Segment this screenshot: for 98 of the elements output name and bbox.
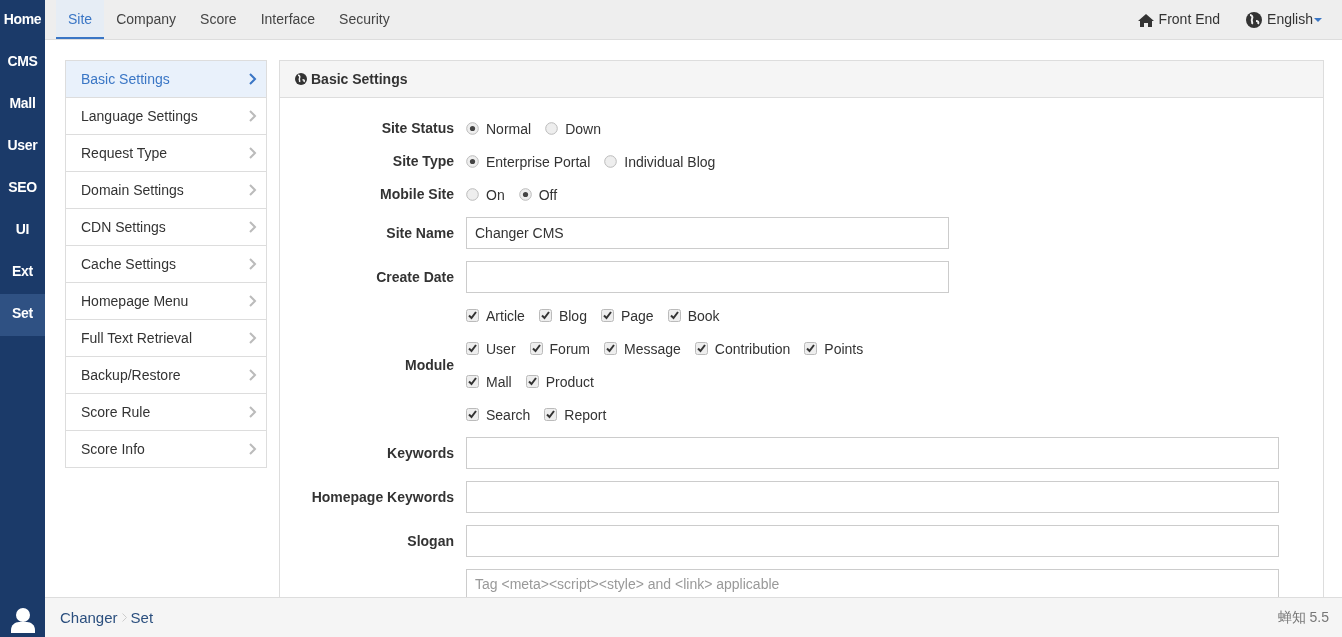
chevron-right-icon xyxy=(249,295,257,307)
option-label: On xyxy=(486,186,505,203)
option-label: Contribution xyxy=(714,340,791,357)
field-label: Mobile Site xyxy=(379,185,455,204)
chevron-right-icon xyxy=(249,110,257,122)
field-label: Site Status xyxy=(380,119,455,138)
radio-button[interactable] xyxy=(466,122,479,135)
side-menu-item[interactable]: Request Type xyxy=(65,134,267,172)
side-menu-item[interactable]: Basic Settings xyxy=(65,60,267,98)
checkbox[interactable] xyxy=(600,309,614,322)
option-label: Forum xyxy=(549,340,590,357)
rail-nav-item[interactable]: Set xyxy=(0,294,45,336)
side-menu-item[interactable]: Language Settings xyxy=(65,97,267,135)
caret-icon xyxy=(1314,17,1322,22)
radio-button[interactable] xyxy=(518,188,532,201)
breadcrumb-link[interactable]: Set xyxy=(130,609,154,626)
rail-nav-item[interactable]: User xyxy=(0,126,45,168)
option-label: Blog xyxy=(558,307,587,324)
checkbox[interactable] xyxy=(466,375,479,388)
field-label: Homepage Keywords xyxy=(310,488,455,507)
checkbox[interactable] xyxy=(804,342,818,355)
rail-nav-item[interactable]: CMS xyxy=(0,42,45,84)
side-menu-item[interactable]: Score Info xyxy=(65,430,267,468)
checkbox[interactable] xyxy=(466,342,479,355)
nav-tab[interactable]: Interface xyxy=(248,0,328,39)
text-field[interactable] xyxy=(466,525,1279,557)
field-label: Module xyxy=(404,356,455,375)
field-label: Site Name xyxy=(385,224,455,243)
checkbox[interactable] xyxy=(529,342,543,355)
option-label: Points xyxy=(824,340,864,357)
chevron-right-icon xyxy=(121,613,127,622)
rail-nav-item[interactable]: SEO xyxy=(0,168,45,210)
chevron-right-icon xyxy=(249,369,257,381)
field-label: Slogan xyxy=(406,532,455,551)
radio-button[interactable] xyxy=(545,122,559,135)
field-label: Keywords xyxy=(386,444,455,463)
field-label: Create Date xyxy=(375,268,455,287)
option-label: Report xyxy=(564,406,607,423)
text-field[interactable] xyxy=(466,261,949,293)
side-menu-item[interactable]: Cache Settings xyxy=(65,245,267,283)
nav-tab[interactable]: Score xyxy=(188,0,249,39)
checkbox[interactable] xyxy=(544,408,558,421)
nav-tab[interactable]: Company xyxy=(104,0,189,39)
breadcrumb-link[interactable]: Changer xyxy=(60,609,118,626)
chevron-right-icon xyxy=(249,332,257,344)
version-label: 蝉知 5.5 xyxy=(1277,608,1329,627)
nav-tab[interactable]: Security xyxy=(327,0,402,39)
textarea-field[interactable]: Tag <meta><script><style> and <link> applicable xyxy=(466,569,1279,597)
nav-tab[interactable]: Site xyxy=(56,0,105,39)
option-label: Down xyxy=(565,120,601,137)
option-label: Mall xyxy=(486,373,512,390)
rail-nav-item[interactable]: Mall xyxy=(0,84,45,126)
home-icon xyxy=(1137,12,1154,27)
option-label: Article xyxy=(486,307,525,324)
checkbox[interactable] xyxy=(466,408,479,421)
side-menu-item[interactable]: Homepage Menu xyxy=(65,282,267,320)
language-dropdown[interactable]: English xyxy=(1267,0,1313,40)
side-menu-item[interactable]: CDN Settings xyxy=(65,208,267,246)
checkbox[interactable] xyxy=(466,309,479,322)
radio-button[interactable] xyxy=(466,155,479,168)
chevron-right-icon xyxy=(249,406,257,418)
chevron-right-icon xyxy=(249,184,257,196)
option-label: Normal xyxy=(486,120,532,137)
option-label: Search xyxy=(486,406,531,423)
front-end-link[interactable]: Front End xyxy=(1158,0,1221,40)
panel-title: Basic Settings xyxy=(311,71,408,87)
side-menu-item[interactable]: Score Rule xyxy=(65,393,267,431)
option-label: User xyxy=(486,340,516,357)
chevron-right-icon xyxy=(249,147,257,159)
option-label: Individual Blog xyxy=(624,153,716,170)
chevron-right-icon xyxy=(249,73,257,85)
option-label: Product xyxy=(545,373,594,390)
field-label: Site Type xyxy=(391,152,455,171)
checkbox[interactable] xyxy=(538,309,552,322)
option-label: Message xyxy=(624,340,681,357)
checkbox[interactable] xyxy=(667,309,681,322)
side-menu-item[interactable]: Full Text Retrieval xyxy=(65,319,267,357)
chevron-right-icon xyxy=(249,258,257,270)
option-label: Off xyxy=(538,186,558,203)
rail-nav-item[interactable]: UI xyxy=(0,210,45,252)
radio-button[interactable] xyxy=(604,155,618,168)
option-label: Book xyxy=(687,307,720,324)
checkbox[interactable] xyxy=(694,342,708,355)
chevron-right-icon xyxy=(249,221,257,233)
option-label: Enterprise Portal xyxy=(486,153,591,170)
chevron-right-icon xyxy=(249,443,257,455)
text-field[interactable] xyxy=(466,481,1279,513)
user-avatar-icon[interactable] xyxy=(9,607,36,633)
checkbox[interactable] xyxy=(604,342,617,355)
rail-nav-item[interactable]: Ext xyxy=(0,252,45,294)
text-field[interactable]: Changer CMS xyxy=(466,217,949,249)
text-field[interactable] xyxy=(466,437,1279,469)
checkbox[interactable] xyxy=(525,375,539,388)
option-label: Page xyxy=(620,307,654,324)
rail-nav-item[interactable]: Home xyxy=(0,0,45,42)
radio-button[interactable] xyxy=(466,188,479,201)
side-menu-item[interactable]: Backup/Restore xyxy=(65,356,267,394)
side-menu-item[interactable]: Domain Settings xyxy=(65,171,267,209)
